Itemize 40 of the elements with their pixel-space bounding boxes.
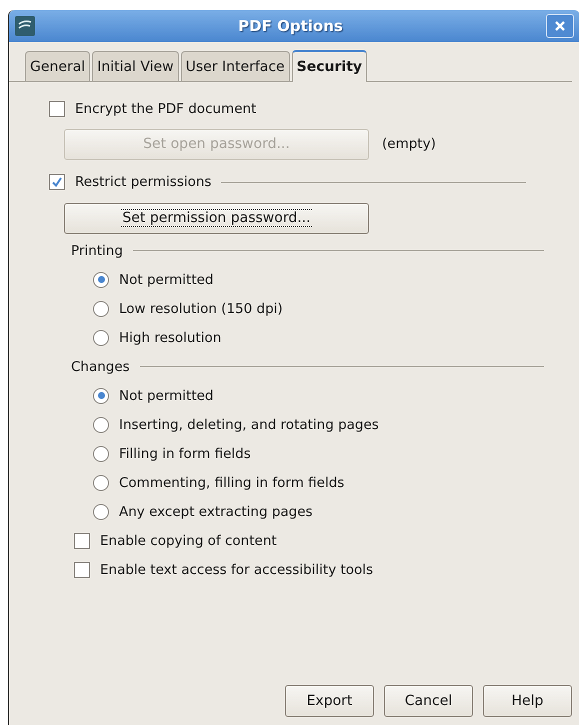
checkbox-label: Enable copying of content [100, 532, 277, 548]
radio-label: Any except extracting pages [119, 504, 313, 520]
tab[interactable]: Initial View [92, 51, 179, 81]
group-heading: Printing [71, 242, 123, 258]
radio-label: Filling in form fields [119, 446, 251, 462]
close-icon [554, 20, 566, 32]
dialog-button[interactable]: Cancel [384, 685, 473, 717]
radio-label: Not permitted [119, 272, 214, 288]
dialog-button[interactable]: Help [483, 685, 572, 717]
radio-label: Commenting, filling in form fields [119, 474, 344, 490]
radio-button[interactable] [93, 330, 109, 346]
checkbox-label: Enable text access for accessibility tools [100, 562, 374, 578]
radio-button[interactable] [93, 446, 109, 462]
dialog-button[interactable]: Export [285, 685, 374, 717]
checkbox[interactable] [74, 562, 90, 578]
password-status: (empty) [382, 136, 436, 152]
checkbox[interactable] [49, 174, 65, 190]
checkbox-label: Restrict permissions [75, 174, 212, 190]
checkbox[interactable] [49, 101, 65, 117]
checkmark-icon [51, 176, 63, 188]
radio-button[interactable] [93, 416, 109, 432]
tab[interactable]: General [25, 51, 90, 81]
radio-button[interactable] [93, 474, 109, 490]
radio-button[interactable] [93, 300, 109, 316]
radio-label: Inserting, deleting, and rotating pages [119, 416, 379, 432]
radio-label: Not permitted [119, 388, 214, 404]
tab[interactable]: User Interface [180, 51, 290, 81]
radio-button[interactable] [93, 388, 109, 404]
radio-button[interactable] [93, 504, 109, 520]
close-button[interactable] [546, 14, 574, 38]
window-title: PDF Options [237, 17, 344, 35]
checkbox[interactable] [74, 532, 90, 548]
set-permission-password-button[interactable]: Set permission password... [64, 202, 369, 234]
app-icon [15, 16, 35, 36]
radio-label: High resolution [119, 330, 222, 346]
checkbox-label: Encrypt the PDF document [75, 101, 256, 117]
radio-button[interactable] [93, 272, 109, 288]
group-heading: Changes [71, 358, 130, 374]
radio-label: Low resolution (150 dpi) [119, 300, 283, 316]
tab[interactable]: Security [292, 50, 368, 82]
